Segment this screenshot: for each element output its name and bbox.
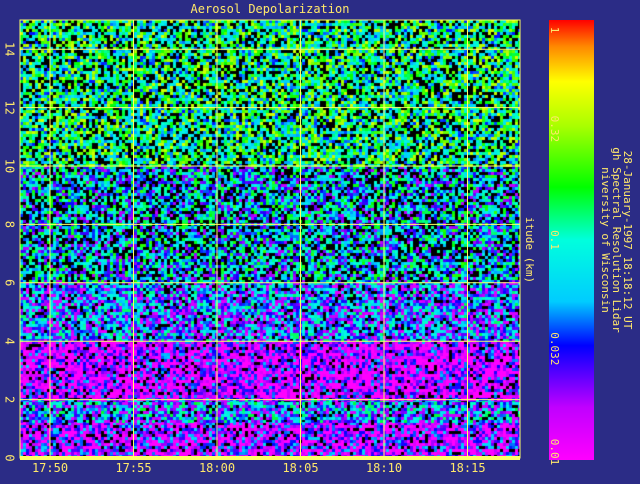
y-tick-label: 0 (3, 454, 17, 461)
x-tick-label: 17:50 (32, 461, 68, 475)
colorbar-tick-label: 1 (548, 27, 561, 34)
x-tick-label: 17:55 (115, 461, 151, 475)
y-tick-label: 14 (3, 42, 17, 56)
x-tick-label: 18:10 (366, 461, 402, 475)
y-tick-label: 8 (3, 221, 17, 228)
y-axis-label: itude (km) (523, 217, 536, 283)
y-tick-label: 2 (3, 396, 17, 403)
x-tick-label: 18:15 (449, 461, 485, 475)
plot-area (20, 20, 520, 458)
heatmap-image (20, 20, 520, 458)
y-tick-label: 4 (3, 338, 17, 345)
colorbar-tick-label: 0.032 (548, 332, 561, 365)
colorbar-tick-label: 0.01 (548, 439, 561, 466)
colorbar-tick-label: 0.32 (548, 116, 561, 143)
chart-title: Aerosol Depolarization (191, 2, 350, 16)
y-tick-label: 12 (3, 100, 17, 114)
y-tick-label: 6 (3, 279, 17, 286)
y-tick-label: 10 (3, 159, 17, 173)
colorbar-tick-label: 0.1 (548, 230, 561, 250)
chart-root: Aerosol Depolarization 17:50 17:55 18:00 18… (0, 0, 640, 480)
side-text-line-3: 28-January-1997 18:18:12 UT (621, 151, 634, 330)
x-tick-label: 18:00 (199, 461, 235, 475)
baseline-bar (20, 456, 520, 460)
chart-svg: Aerosol Depolarization 17:50 17:55 18:00 18… (3, 2, 635, 475)
x-tick-label: 18:05 (282, 461, 318, 475)
